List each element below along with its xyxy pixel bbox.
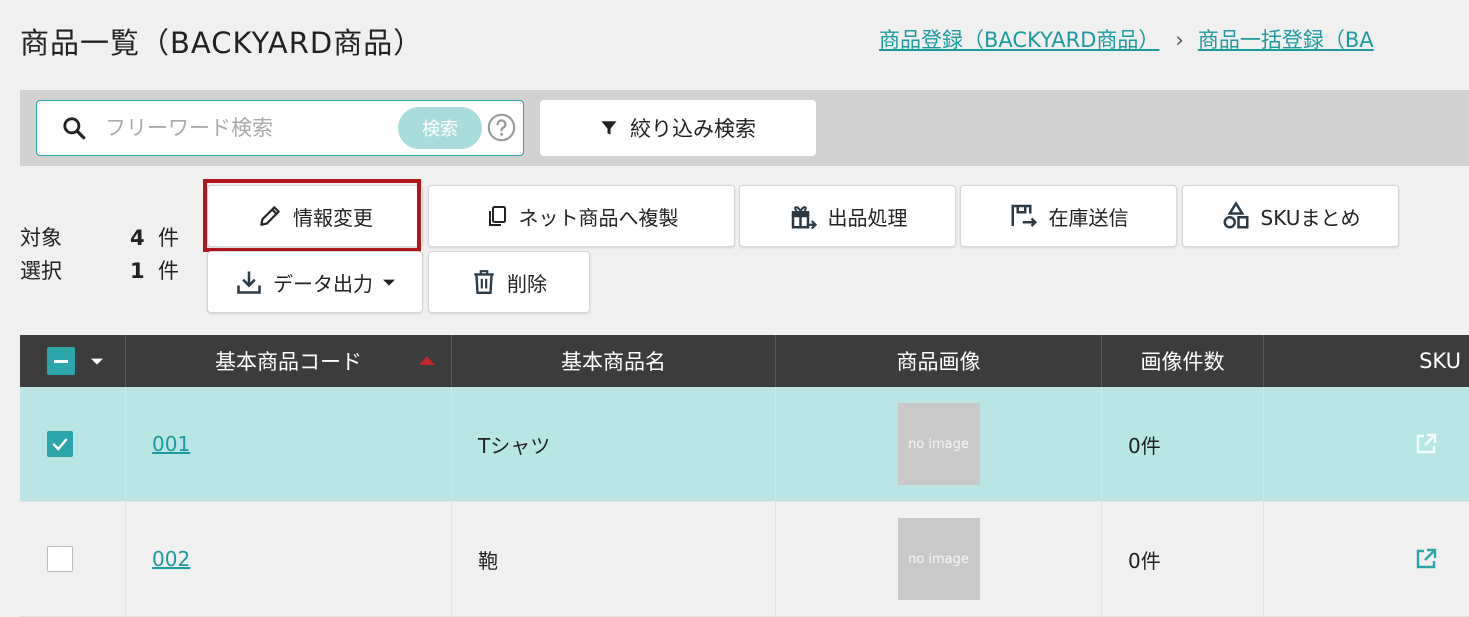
header-image-count[interactable]: 画像件数 xyxy=(1102,335,1264,387)
chevron-down-icon xyxy=(383,279,395,286)
edit-info-label: 情報変更 xyxy=(293,205,373,230)
stock-send-icon xyxy=(1011,204,1037,227)
chevron-down-icon[interactable] xyxy=(91,355,103,367)
image-count: 0件 xyxy=(1128,433,1161,458)
selected-count-label: 選択 xyxy=(20,259,62,283)
listing-button[interactable]: 出品処理 xyxy=(739,185,956,247)
search-box: 検索 xyxy=(36,100,524,156)
row-checkbox[interactable] xyxy=(47,546,73,572)
product-name: Tシャツ xyxy=(478,433,551,458)
header-sku[interactable]: SKU xyxy=(1264,335,1469,387)
product-code-link[interactable]: 002 xyxy=(152,547,190,571)
header-code[interactable]: 基本商品コード xyxy=(126,335,452,387)
search-bar: 検索 絞り込み検索 xyxy=(20,90,1469,166)
header-code-label: 基本商品コード xyxy=(215,350,362,374)
checkbox-indeterminate-icon[interactable] xyxy=(47,347,75,375)
header-sku-label: SKU xyxy=(1419,349,1461,373)
table-header: 基本商品コード 基本商品名 商品画像 画像件数 SKU xyxy=(20,335,1469,387)
table-row[interactable]: 001 Tシャツ no image 0件 xyxy=(20,387,1469,502)
filter-search-label: 絞り込み検索 xyxy=(630,117,756,141)
row-checkbox[interactable] xyxy=(47,431,73,457)
download-icon xyxy=(237,271,261,294)
filter-icon xyxy=(601,121,617,135)
sku-merge-button[interactable]: SKUまとめ xyxy=(1182,185,1399,247)
breadcrumb-link-product-register[interactable]: 商品登録（BACKYARD商品） xyxy=(879,28,1159,52)
pencil-icon xyxy=(260,206,280,226)
product-name: 鞄 xyxy=(478,548,498,573)
row-sku-cell xyxy=(1264,387,1469,501)
sku-merge-label: SKUまとめ xyxy=(1260,205,1361,230)
header-image[interactable]: 商品画像 xyxy=(776,335,1102,387)
listing-label: 出品処理 xyxy=(827,205,908,230)
delete-label: 削除 xyxy=(507,271,547,296)
chevron-right-icon: › xyxy=(1175,28,1184,52)
row-code-cell: 001 xyxy=(126,387,452,501)
row-image-cell: no image xyxy=(776,387,1102,501)
selected-count-value: 1 xyxy=(130,259,145,283)
product-table: 基本商品コード 基本商品名 商品画像 画像件数 SKU 001 Tシャツ no … xyxy=(20,335,1469,617)
delete-button[interactable]: 削除 xyxy=(428,251,590,313)
selection-counts: 対象 4 件 選択 1 件 xyxy=(20,222,179,288)
data-export-label: データ出力 xyxy=(273,271,373,296)
row-select-cell xyxy=(20,502,126,616)
target-count-label: 対象 xyxy=(20,226,62,250)
trash-icon xyxy=(474,270,494,295)
breadcrumb-link-bulk-register[interactable]: 商品一括登録（BA xyxy=(1198,28,1374,52)
row-sku-cell xyxy=(1264,502,1469,616)
product-image-placeholder: no image xyxy=(897,518,980,600)
page-title: 商品一覧（BACKYARD商品） xyxy=(20,26,424,60)
filter-search-button[interactable]: 絞り込み検索 xyxy=(540,100,816,156)
shapes-icon xyxy=(1223,201,1249,229)
stock-send-button[interactable]: 在庫送信 xyxy=(960,185,1177,247)
search-icon xyxy=(63,117,86,140)
target-count-value: 4 xyxy=(130,226,145,250)
header-name[interactable]: 基本商品名 xyxy=(452,335,776,387)
header-select-cell xyxy=(20,335,126,387)
header-image-count-label: 画像件数 xyxy=(1140,350,1225,374)
target-count-unit: 件 xyxy=(158,226,179,250)
external-link-icon[interactable] xyxy=(1414,432,1438,456)
stock-send-label: 在庫送信 xyxy=(1048,205,1129,230)
breadcrumb: 商品登録（BACKYARD商品） › 商品一括登録（BA xyxy=(879,24,1374,54)
row-name-cell: Tシャツ xyxy=(452,387,776,501)
row-select-cell xyxy=(20,387,126,501)
header-image-label: 商品画像 xyxy=(896,350,981,374)
edit-info-button[interactable]: 情報変更 xyxy=(207,185,423,247)
external-link-icon[interactable] xyxy=(1414,547,1438,571)
header-name-label: 基本商品名 xyxy=(561,350,666,374)
copy-to-net-label: ネット商品へ複製 xyxy=(518,205,679,230)
data-export-button[interactable]: データ出力 xyxy=(207,251,423,313)
sort-asc-icon[interactable] xyxy=(419,355,435,365)
help-icon[interactable] xyxy=(487,113,516,142)
product-code-link[interactable]: 001 xyxy=(152,432,190,456)
check-icon xyxy=(52,438,68,451)
row-name-cell: 鞄 xyxy=(452,502,776,616)
row-image-cell: no image xyxy=(776,502,1102,616)
row-image-count-cell: 0件 xyxy=(1102,387,1264,501)
table-row[interactable]: 002 鞄 no image 0件 xyxy=(20,502,1469,617)
selected-count-unit: 件 xyxy=(158,259,179,283)
product-image-placeholder: no image xyxy=(897,403,980,485)
row-code-cell: 002 xyxy=(126,502,452,616)
search-input[interactable] xyxy=(103,111,407,145)
row-image-count-cell: 0件 xyxy=(1102,502,1264,616)
copy-icon xyxy=(488,206,506,226)
gift-icon xyxy=(791,206,817,230)
search-button[interactable]: 検索 xyxy=(398,107,482,149)
copy-to-net-button[interactable]: ネット商品へ複製 xyxy=(428,185,735,247)
image-count: 0件 xyxy=(1128,548,1161,573)
